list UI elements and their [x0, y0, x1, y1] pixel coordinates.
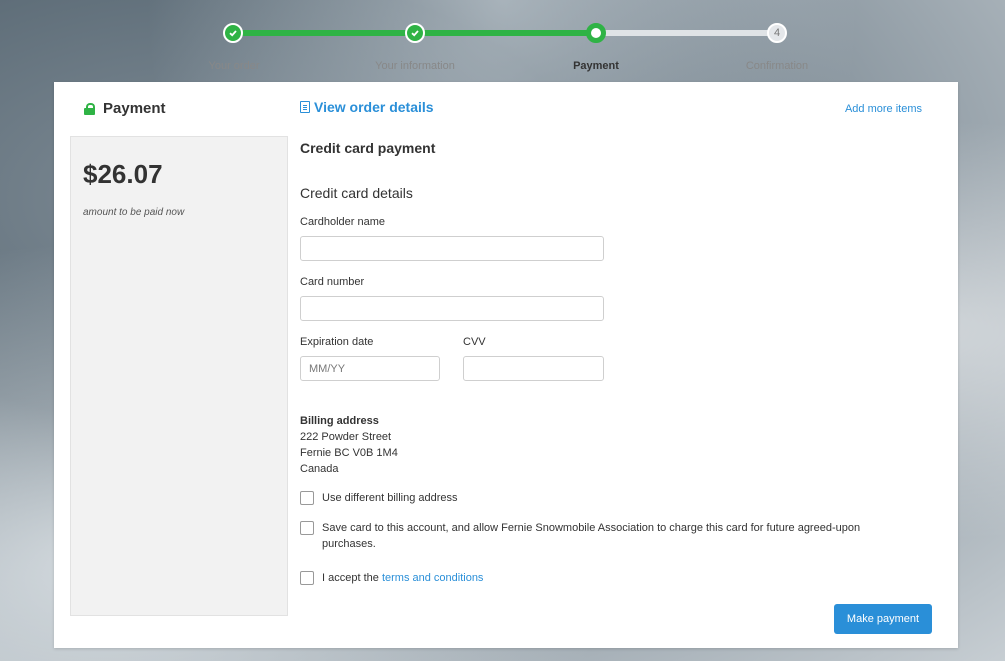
card-number-input[interactable] — [300, 296, 604, 321]
view-order-details-link[interactable]: View order details — [300, 99, 434, 115]
checkout-progress: 4 Your order Your information Payment Co… — [0, 0, 1005, 72]
accept-terms-label: I accept the terms and conditions — [322, 570, 483, 586]
cardholder-name-label: Cardholder name — [300, 216, 385, 228]
cardholder-name-input[interactable] — [300, 236, 604, 261]
step-your-order-check-icon — [223, 23, 243, 43]
billing-address-heading: Billing address — [300, 415, 379, 427]
progress-track-remaining — [596, 30, 776, 36]
billing-address-line-1: 222 Powder Street — [300, 431, 392, 443]
credit-card-payment-heading: Credit card payment — [300, 140, 436, 156]
billing-address-line-2: Fernie BC V0B 1M4 — [300, 447, 398, 459]
different-billing-row: Use different billing address — [300, 490, 900, 506]
amount-note: amount to be paid now — [83, 207, 185, 218]
save-card-label[interactable]: Save card to this account, and allow Fer… — [322, 520, 900, 552]
amount-due: $26.07 — [83, 159, 163, 189]
payment-card: Payment $26.07 amount to be paid now Vie… — [54, 82, 958, 648]
accept-terms-prefix: I accept the — [322, 572, 379, 584]
expiration-date-input[interactable] — [300, 356, 440, 381]
step-your-information-check-icon — [405, 23, 425, 43]
make-payment-button[interactable]: Make payment — [834, 604, 932, 634]
credit-card-details-heading: Credit card details — [300, 185, 413, 201]
step-label-your-information: Your information — [375, 60, 455, 72]
lock-icon — [84, 102, 95, 115]
save-card-checkbox[interactable] — [300, 521, 314, 535]
different-billing-checkbox[interactable] — [300, 491, 314, 505]
step-confirmation-number: 4 — [767, 23, 787, 43]
accept-terms-checkbox[interactable] — [300, 571, 314, 585]
payment-title: Payment — [103, 100, 166, 117]
document-icon — [300, 101, 310, 113]
add-more-items-link[interactable]: Add more items — [845, 103, 922, 115]
billing-address-line-3: Canada — [300, 463, 339, 475]
cvv-label: CVV — [463, 336, 486, 348]
accept-terms-row: I accept the terms and conditions — [300, 570, 900, 586]
step-label-payment: Payment — [573, 60, 619, 72]
step-label-your-order: Your order — [208, 60, 260, 72]
save-card-row: Save card to this account, and allow Fer… — [300, 520, 900, 552]
card-number-label: Card number — [300, 276, 365, 288]
terms-and-conditions-link[interactable]: terms and conditions — [382, 572, 484, 584]
view-order-details-label: View order details — [314, 99, 434, 115]
step-payment-current-icon — [586, 23, 606, 43]
expiration-date-label: Expiration date — [300, 336, 374, 348]
step-label-confirmation: Confirmation — [745, 60, 809, 72]
different-billing-label[interactable]: Use different billing address — [322, 490, 458, 506]
amount-summary-panel: $26.07 amount to be paid now — [70, 136, 288, 616]
payment-heading: Payment — [84, 100, 166, 117]
cvv-input[interactable] — [463, 356, 604, 381]
